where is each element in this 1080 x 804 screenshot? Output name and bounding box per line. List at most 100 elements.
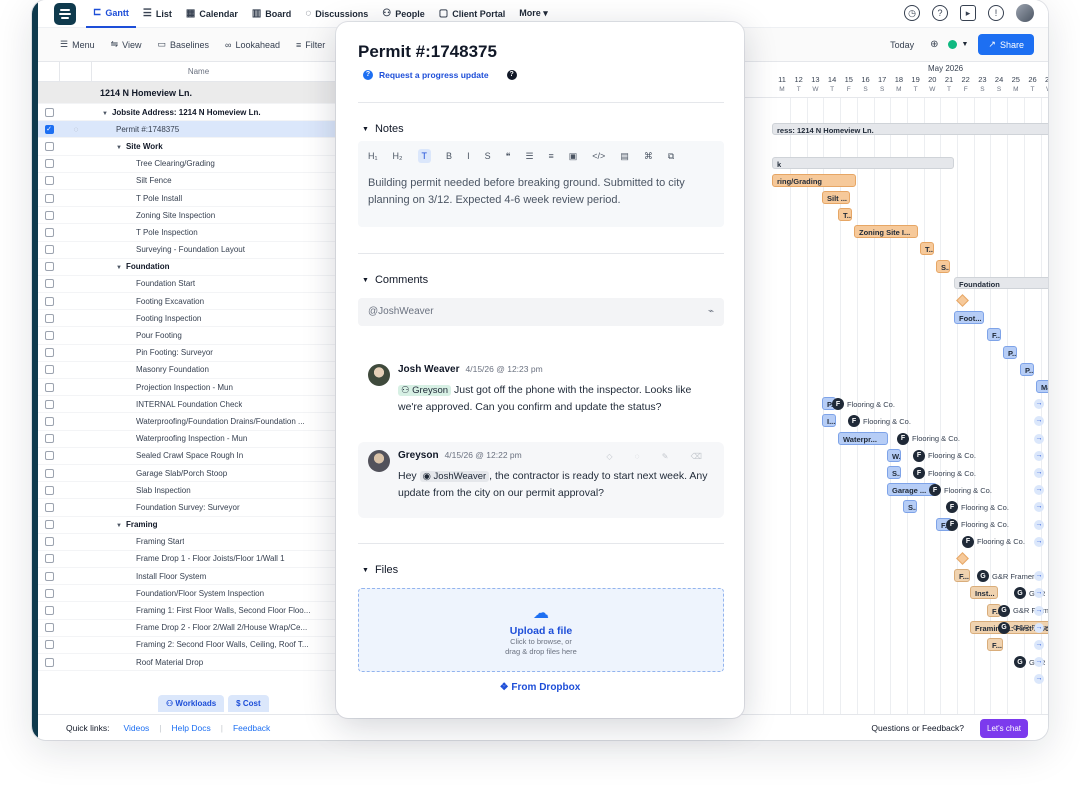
lets-chat-button[interactable]: Let's chat [980, 719, 1028, 738]
nav-item-board[interactable]: ▥ Board [245, 0, 298, 28]
row-checkbox[interactable] [44, 296, 54, 306]
row-checkbox[interactable] [44, 159, 54, 169]
row-checkbox[interactable] [44, 623, 54, 633]
gantt-group-bar[interactable]: k [772, 157, 954, 170]
row-checkbox[interactable] [44, 245, 54, 255]
caret-down-icon[interactable]: ▼ [116, 265, 122, 271]
arrow-right-icon[interactable]: → [1034, 605, 1044, 616]
row-checkbox[interactable] [44, 588, 54, 598]
filter-button[interactable]: ≡ Filter [288, 40, 333, 50]
table-row[interactable]: Install Floor System [38, 568, 359, 586]
arrow-right-icon[interactable]: → [1034, 468, 1044, 478]
table-row[interactable]: INTERNAL Foundation Check [38, 396, 359, 414]
arrow-right-icon[interactable]: → [1034, 571, 1044, 582]
gantt-task-bar[interactable]: Waterpr... [838, 431, 888, 445]
row-checkbox[interactable] [44, 485, 54, 495]
view-button[interactable]: ⇋ View [103, 39, 150, 50]
row-checkbox[interactable] [44, 640, 54, 650]
table-row[interactable]: Foundation Start [38, 276, 359, 294]
editor-tool-icon[interactable]: B [446, 151, 452, 161]
baselines-button[interactable]: ▭ Baselines [150, 39, 218, 50]
table-row[interactable]: Masonry Foundation [38, 362, 359, 379]
assignee-label[interactable]: F Flooring & Co. [962, 535, 1025, 548]
gantt-task-bar[interactable]: S... [887, 466, 901, 479]
lookahead-button[interactable]: ∞ Lookahead [217, 40, 288, 50]
row-checkbox[interactable] [44, 520, 54, 530]
table-row[interactable]: Framing 1: First Floor Walls, Second Flo… [38, 602, 359, 620]
row-checkbox[interactable] [44, 227, 54, 237]
gantt-task-bar[interactable]: I... [822, 414, 836, 428]
videos-link[interactable]: Videos [123, 723, 149, 733]
editor-tool-icon[interactable]: ⌘ [644, 151, 653, 162]
gantt-task-bar[interactable]: Foot... [954, 311, 984, 325]
video-icon[interactable]: ▸ [960, 5, 976, 21]
mention-tag[interactable]: ◉ JoshWeaver [419, 471, 490, 482]
workloads-tab[interactable]: ⚇ Workloads [158, 695, 225, 712]
row-checkbox[interactable] [44, 502, 54, 512]
share-button[interactable]: ↗ Share [978, 34, 1034, 55]
table-row[interactable]: T Pole Inspection [38, 224, 359, 242]
table-row[interactable]: Slab Inspection [38, 482, 359, 500]
row-checkbox[interactable] [44, 537, 54, 547]
gantt-task-bar[interactable]: Masonry F [1036, 380, 1048, 393]
editor-tool-icon[interactable]: I [467, 151, 470, 161]
nav-item-list[interactable]: ☰ List [136, 0, 179, 28]
table-row[interactable]: ▼ Framing [38, 517, 359, 534]
editor-tool-icon[interactable]: S [485, 151, 491, 161]
table-row[interactable]: Garage Slab/Porch Stoop [38, 465, 359, 483]
table-row[interactable]: Frame Drop 1 - Floor Joists/Floor 1/Wall… [38, 551, 359, 569]
file-upload-dropzone[interactable]: ☁ Upload a file Click to browse, or drag… [358, 588, 724, 672]
editor-tool-icon[interactable]: ☰ [525, 151, 533, 162]
today-button[interactable]: Today [884, 36, 920, 54]
table-row[interactable]: Framing Start [38, 534, 359, 551]
mention-tag[interactable]: ⚇ Greyson [398, 385, 452, 396]
arrow-right-icon[interactable]: → [1034, 485, 1044, 496]
editor-tool-icon[interactable]: </> [592, 151, 605, 161]
assignee-label[interactable]: F Flooring & Co. [946, 501, 1009, 514]
gantt-task-bar[interactable]: F... [987, 328, 1001, 342]
caret-down-icon[interactable]: ▼ [116, 523, 122, 529]
editor-tool-icon[interactable]: ▣ [569, 151, 578, 162]
menu-button[interactable]: ☰ Menu [52, 39, 103, 50]
notes-editor[interactable]: H₁ H₂ T B I S ❝ ☰ ≡ ▣ </> ▤ ⌘ ⧉ Building permit neede… [358, 141, 724, 227]
gantt-task-bar[interactable]: P... [1020, 362, 1034, 376]
gantt-task-bar[interactable]: Inst... [970, 586, 998, 600]
gantt-task-bar[interactable]: Silt ... [822, 190, 850, 204]
table-row[interactable]: Surveying - Foundation Layout [38, 242, 359, 259]
app-logo-icon[interactable] [54, 2, 76, 25]
row-checkbox[interactable] [44, 606, 54, 616]
row-checkbox[interactable] [44, 313, 54, 323]
editor-tool-icon[interactable]: H₂ [393, 151, 403, 161]
gantt-task-bar[interactable]: P... [1003, 345, 1017, 359]
editor-tool-icon[interactable]: H₁ [368, 151, 378, 161]
gantt-task-bar[interactable]: S... [936, 259, 950, 273]
row-checkbox[interactable] [44, 399, 54, 409]
row-checkbox[interactable] [44, 571, 54, 581]
table-row[interactable]: Waterproofing Inspection - Mun [38, 431, 359, 448]
row-checkbox[interactable] [44, 365, 54, 375]
gantt-task-bar[interactable]: F... [987, 638, 1003, 651]
row-checkbox[interactable] [44, 141, 54, 151]
assignee-label[interactable]: GG&R Framers [977, 570, 1038, 583]
assignee-label[interactable]: F Flooring & Co. [832, 398, 895, 411]
table-row[interactable]: ▼ Foundation [38, 259, 359, 276]
help-docs-link[interactable]: Help Docs [172, 723, 211, 733]
table-row[interactable]: ▼ Jobsite Address: 1214 N Homeview Ln. [38, 104, 359, 122]
nav-item-calendar[interactable]: ▦ Calendar [179, 0, 245, 28]
row-checkbox[interactable] [44, 554, 54, 564]
table-row[interactable]: Roof Material Drop [38, 654, 359, 672]
editor-tool-icon[interactable]: ⧉ [668, 151, 674, 162]
caret-down-icon[interactable]: ▼ [116, 145, 122, 151]
help-icon[interactable]: ? [932, 5, 948, 21]
assignee-label[interactable]: F Flooring & Co. [913, 467, 976, 479]
assignee-label[interactable]: F Flooring & Co. [913, 449, 976, 462]
milestone-icon[interactable] [956, 552, 969, 565]
editor-tool-icon[interactable]: ▤ [620, 151, 629, 162]
arrow-right-icon[interactable]: → [1034, 640, 1044, 650]
arrow-right-icon[interactable]: → [1034, 399, 1044, 410]
arrow-right-icon[interactable]: → [1034, 622, 1044, 633]
row-checkbox[interactable] [44, 107, 54, 117]
editor-tool-icon[interactable]: ≡ [549, 151, 554, 161]
gantt-task-bar[interactable]: F... [954, 569, 970, 583]
gantt-task-bar[interactable]: T... [920, 242, 934, 256]
